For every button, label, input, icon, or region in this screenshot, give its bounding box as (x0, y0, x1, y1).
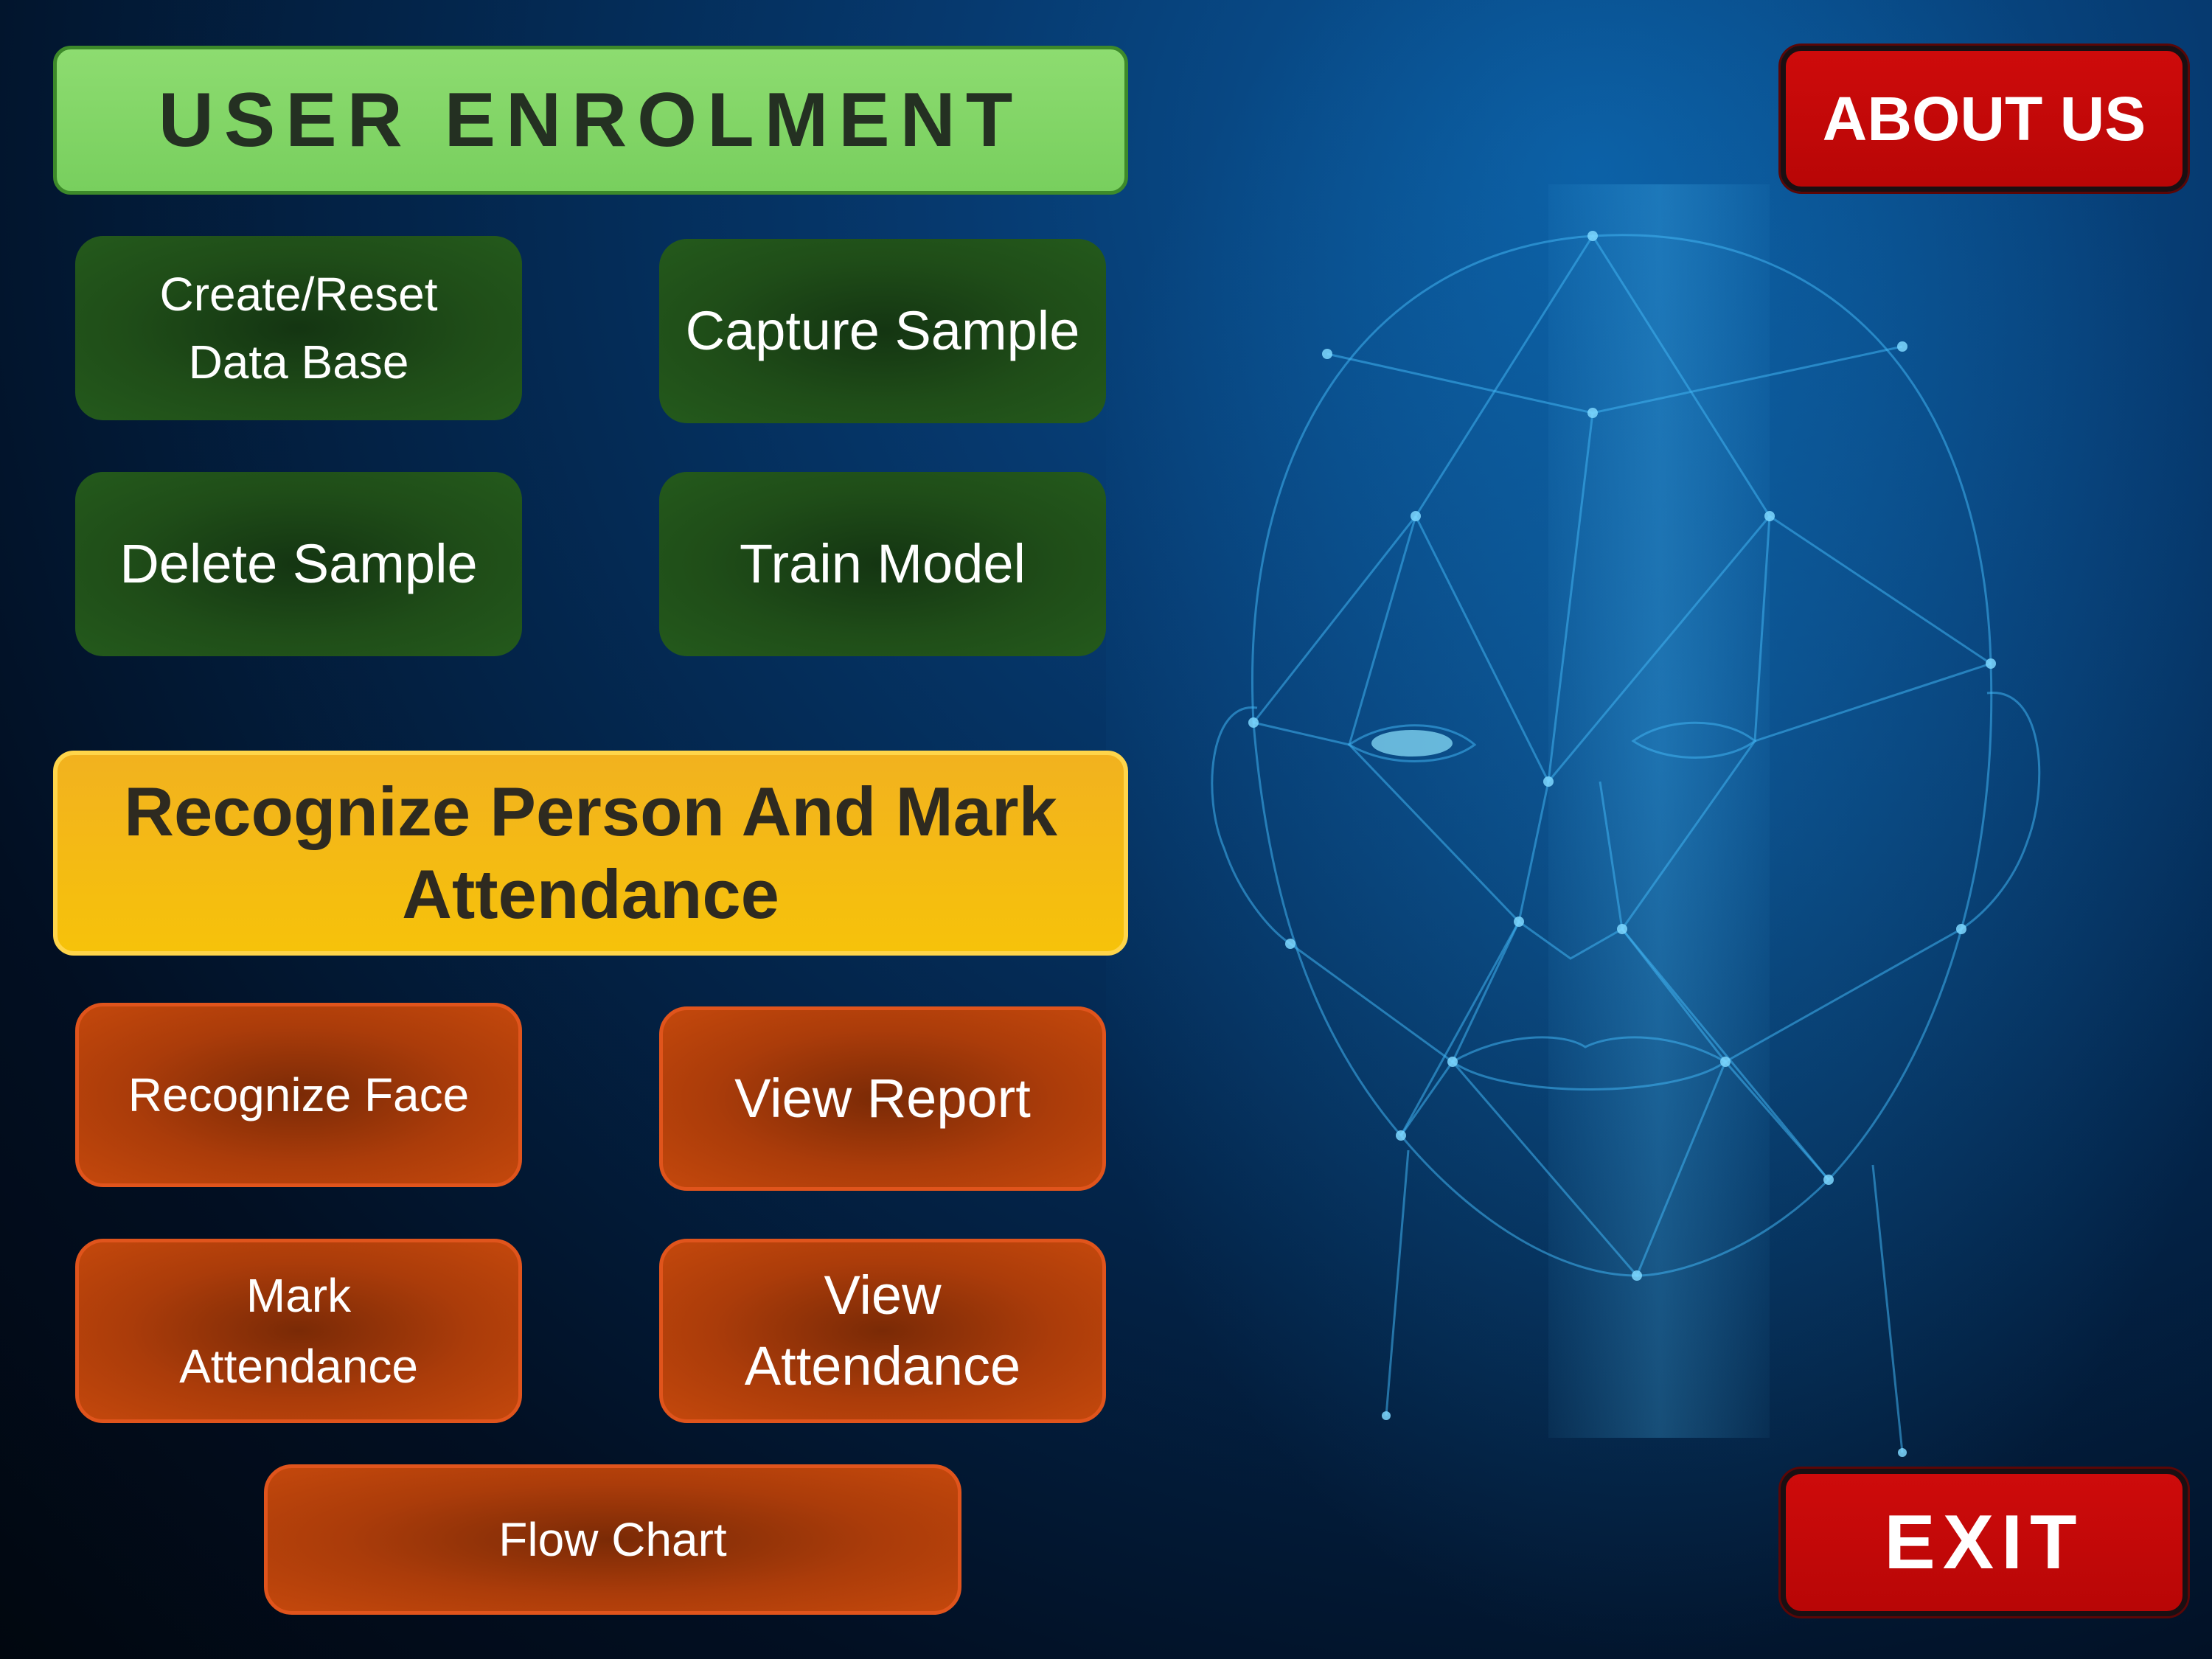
view-report-label: View Report (734, 1068, 1031, 1129)
view-attendance-label: View Attendance (744, 1265, 1021, 1397)
face-mesh-icon (1106, 0, 2212, 1659)
about-us-label: ABOUT US (1822, 83, 2146, 153)
recognize-attendance-header: Recognize Person And Mark Attendance (53, 751, 1128, 956)
view-attendance-button[interactable]: View Attendance (659, 1239, 1106, 1423)
delete-sample-label: Delete Sample (119, 533, 478, 594)
face-mesh-background (1106, 0, 2212, 1659)
create-reset-database-button[interactable]: Create/Reset Data Base (75, 236, 522, 420)
flow-chart-label: Flow Chart (498, 1513, 727, 1566)
view-report-button[interactable]: View Report (659, 1006, 1106, 1191)
mark-attendance-button[interactable]: Mark Attendance (75, 1239, 522, 1423)
about-us-button[interactable]: ABOUT US (1781, 46, 2188, 192)
recognize-face-label: Recognize Face (128, 1068, 470, 1121)
mark-attendance-label: Mark Attendance (179, 1269, 418, 1393)
capture-sample-button[interactable]: Capture Sample (659, 239, 1106, 423)
recognize-face-button[interactable]: Recognize Face (75, 1003, 522, 1187)
recognize-attendance-title: Recognize Person And Mark Attendance (124, 773, 1057, 933)
flow-chart-button[interactable]: Flow Chart (264, 1464, 961, 1615)
exit-label: EXIT (1884, 1499, 2084, 1585)
train-model-label: Train Model (740, 533, 1026, 594)
create-reset-database-label: Create/Reset Data Base (159, 268, 438, 389)
user-enrolment-title: USER ENROLMENT (158, 77, 1023, 163)
delete-sample-button[interactable]: Delete Sample (75, 472, 522, 656)
train-model-button[interactable]: Train Model (659, 472, 1106, 656)
capture-sample-label: Capture Sample (685, 300, 1080, 361)
exit-button[interactable]: EXIT (1781, 1469, 2188, 1616)
user-enrolment-header: USER ENROLMENT (53, 46, 1128, 195)
